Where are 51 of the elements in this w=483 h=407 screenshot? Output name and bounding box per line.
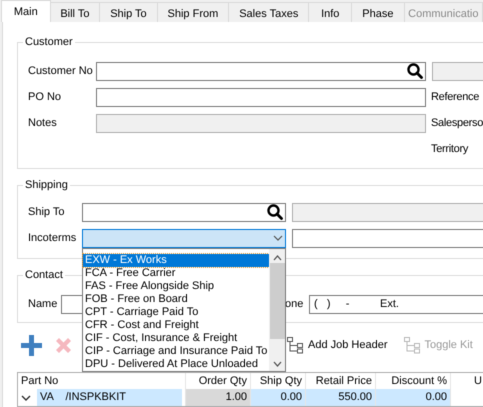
search-icon[interactable]	[267, 204, 283, 220]
tree-icon	[402, 336, 420, 354]
group-title: Customer	[24, 36, 74, 48]
field-label: one	[285, 296, 304, 312]
group-title: Shipping	[24, 179, 69, 191]
dropdown-option[interactable]: CIF - Cost, Insurance & Freight	[83, 332, 269, 344]
tab[interactable]: Ship From	[156, 2, 230, 22]
input-field[interactable]	[292, 228, 483, 248]
add-button[interactable]	[21, 334, 42, 356]
dropdown-option[interactable]: CIP - Carriage and Insurance Paid To	[83, 344, 269, 358]
search-icon[interactable]	[407, 63, 423, 79]
dropdown-option[interactable]: DPU - Delivered At Place Unloaded	[83, 358, 269, 370]
input-field[interactable]	[96, 114, 426, 132]
table-cell: 1.00	[186, 389, 251, 406]
field-label: Territory	[431, 142, 468, 157]
field-label: Ship To	[28, 204, 66, 220]
input-field[interactable]	[96, 88, 426, 106]
phone-field[interactable]: ( ) - Ext.	[309, 294, 483, 314]
lookup-field[interactable]	[82, 202, 286, 222]
field-label: Customer No	[28, 64, 94, 79]
table-cell: 0.00	[376, 389, 451, 406]
table-cell: 550.00	[306, 389, 376, 406]
phone-mask: ( ) - Ext.	[314, 296, 399, 312]
field-label: Notes	[28, 116, 58, 131]
table-cell: 0.00	[251, 389, 306, 406]
field-label: Name	[28, 296, 58, 312]
field-label: Reference	[431, 90, 480, 105]
group-title: Contact	[24, 269, 64, 281]
field-label: Salesperso	[431, 116, 483, 131]
part-number: VA /INSPKBKIT	[37, 389, 182, 406]
toolbar-button[interactable]: Add Job Header	[286, 336, 388, 354]
field-label: Incoterms	[28, 230, 78, 246]
tab[interactable]: Main	[1, 0, 51, 22]
chevron-down-icon[interactable]	[273, 235, 283, 241]
lookup-field[interactable]	[96, 62, 426, 80]
scroll-down-icon[interactable]	[272, 360, 282, 366]
dropdown-option[interactable]: CPT - Carriage Paid To	[83, 306, 269, 318]
dropdown-option[interactable]: FCA - Free Carrier	[83, 266, 269, 280]
column-header[interactable]: U	[451, 372, 483, 390]
dropdown-option[interactable]: EXW - Ex Works	[83, 254, 269, 266]
dropdown-option[interactable]: FOB - Free on Board	[83, 292, 269, 306]
dropdown-option[interactable]: FAS - Free Alongside Ship	[83, 280, 269, 292]
dropdown-option[interactable]: CFR - Cost and Freight	[83, 318, 269, 332]
scroll-up-icon[interactable]	[272, 254, 282, 260]
tab[interactable]: Ship To	[99, 2, 158, 22]
tree-icon	[286, 336, 304, 354]
chevron-down-icon[interactable]	[21, 394, 31, 400]
input-field[interactable]	[292, 202, 483, 222]
input-field[interactable]	[432, 62, 483, 80]
field-label: PO No	[28, 90, 62, 105]
scrollbar[interactable]	[269, 248, 285, 370]
